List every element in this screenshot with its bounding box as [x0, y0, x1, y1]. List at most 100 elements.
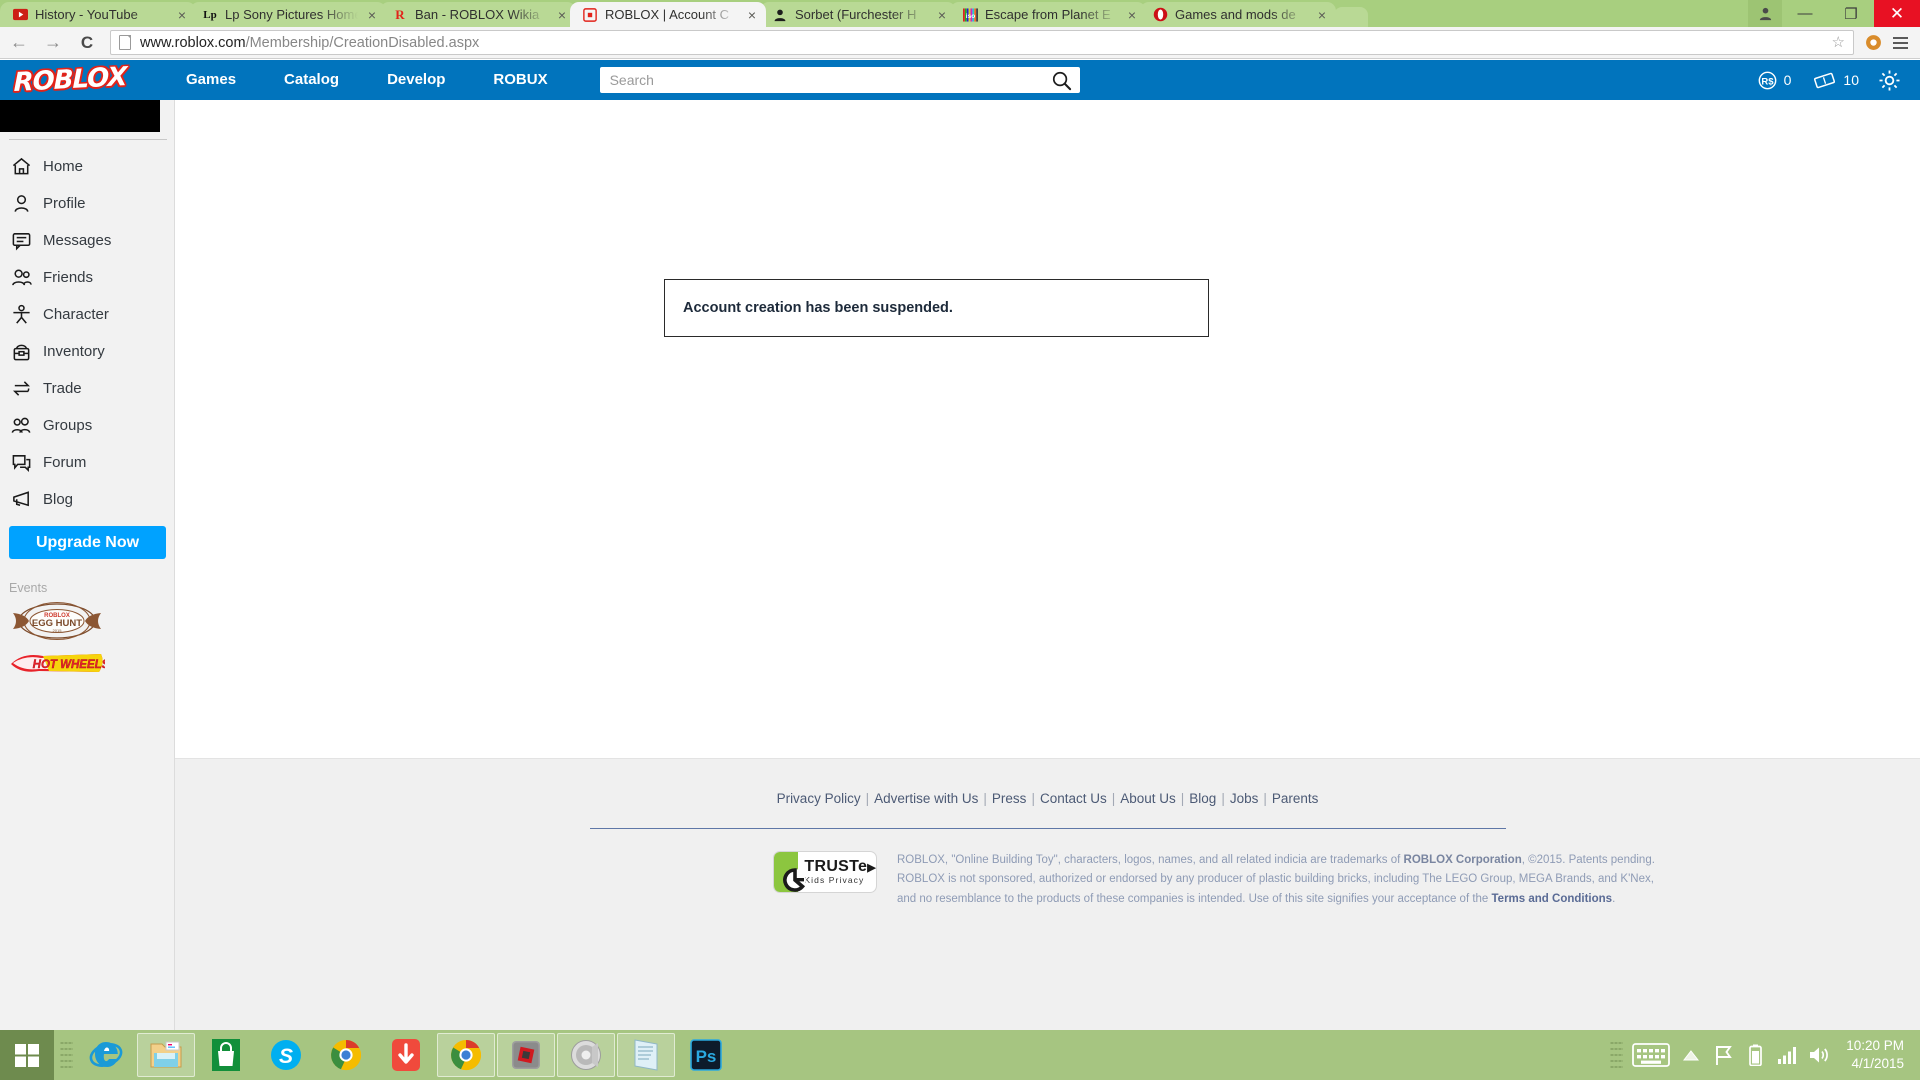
roblox-studio-icon[interactable]: [497, 1033, 555, 1077]
nav-link-robux[interactable]: ROBUX: [469, 60, 571, 100]
maximize-button[interactable]: ❐: [1828, 0, 1874, 27]
close-icon[interactable]: ×: [744, 7, 760, 23]
sidebar-item-groups[interactable]: Groups: [0, 407, 174, 444]
nav-link-games[interactable]: Games: [162, 60, 260, 100]
close-icon[interactable]: ×: [174, 7, 190, 23]
home-icon: [11, 156, 37, 178]
search-icon[interactable]: [1044, 67, 1080, 93]
sidebar-item-trade[interactable]: Trade: [0, 370, 174, 407]
back-icon[interactable]: ←: [4, 28, 34, 58]
browser-tab[interactable]: iso Escape from Planet E ×: [950, 2, 1146, 27]
browser-tab[interactable]: R Ban - ROBLOX Wikia ×: [380, 2, 576, 27]
chrome-window-icon[interactable]: [437, 1033, 495, 1077]
robux-counter[interactable]: R$ 0: [1749, 71, 1801, 90]
person-icon: [11, 193, 37, 215]
sidebar-item-inventory[interactable]: Inventory: [0, 333, 174, 370]
truste-badge[interactable]: TRUSTe▶ Kids Privacy: [773, 851, 877, 893]
roblox-logo[interactable]: ROBLOX: [14, 62, 127, 98]
sidebar-item-friends[interactable]: Friends: [0, 259, 174, 296]
footer-link-press[interactable]: Press: [992, 791, 1027, 806]
search-input[interactable]: [599, 68, 1044, 92]
footer-link-about-us[interactable]: About Us: [1120, 791, 1176, 806]
download-icon[interactable]: [377, 1033, 435, 1077]
robux-value: 0: [1783, 72, 1792, 88]
browser-tab-active[interactable]: ROBLOX | Account C ×: [570, 2, 766, 27]
truste-title-text: TRUSTe: [804, 858, 868, 876]
sidebar-ad-banner[interactable]: [0, 100, 160, 132]
browser-tab[interactable]: Lp Lp Sony Pictures Home ×: [190, 2, 386, 27]
sidebar-label: Forum: [43, 454, 87, 471]
roblox-navbar: ROBLOX Games Catalog Develop ROBUX R$ 0: [0, 60, 1920, 100]
windows-store-icon[interactable]: [197, 1033, 255, 1077]
close-icon[interactable]: ×: [364, 7, 380, 23]
internet-explorer-icon[interactable]: [77, 1033, 135, 1077]
file-explorer-icon[interactable]: [137, 1033, 195, 1077]
photoshop-icon[interactable]: Ps: [677, 1033, 735, 1077]
roblox-nav-links: Games Catalog Develop ROBUX: [162, 60, 572, 100]
sidebar-item-forum[interactable]: Forum: [0, 444, 174, 481]
footer-link-parents[interactable]: Parents: [1272, 791, 1319, 806]
events-heading: Events: [9, 581, 48, 595]
footer-link-privacy-policy[interactable]: Privacy Policy: [777, 791, 861, 806]
keyboard-icon[interactable]: [1628, 1030, 1674, 1080]
chrome-icon[interactable]: [317, 1033, 375, 1077]
browser-tab[interactable]: Games and mods de ×: [1140, 2, 1336, 27]
footer-link-jobs[interactable]: Jobs: [1230, 791, 1259, 806]
sidebar-item-messages[interactable]: Messages: [0, 222, 174, 259]
nav-link-catalog[interactable]: Catalog: [260, 60, 363, 100]
toolbar-right: [1860, 30, 1920, 56]
settings-gear-icon[interactable]: [1872, 63, 1906, 97]
sidebar-item-home[interactable]: Home: [0, 148, 174, 185]
sidebar-label: Blog: [43, 491, 74, 508]
nav-link-develop[interactable]: Develop: [363, 60, 469, 100]
sidebar-item-character[interactable]: Character: [0, 296, 174, 333]
sidebar-item-profile[interactable]: Profile: [0, 185, 174, 222]
skype-icon[interactable]: S: [257, 1033, 315, 1077]
chrome-menu-icon[interactable]: [1886, 30, 1914, 56]
battery-icon[interactable]: [1740, 1030, 1770, 1080]
reload-icon[interactable]: C: [72, 28, 102, 58]
show-hidden-icons-icon[interactable]: [1676, 1030, 1706, 1080]
hot-wheels-badge[interactable]: HOT WHEELS: [9, 650, 174, 681]
user-profile-button[interactable]: [1748, 0, 1782, 27]
taskbar-apps: S Ps: [76, 1030, 736, 1080]
legal-part-1: ROBLOX, "Online Building Toy", character…: [897, 854, 1404, 866]
footer-link-blog[interactable]: Blog: [1189, 791, 1216, 806]
terms-and-conditions-link[interactable]: Terms and Conditions: [1492, 893, 1613, 905]
footer-link-advertise[interactable]: Advertise with Us: [874, 791, 978, 806]
volume-icon[interactable]: [1804, 1030, 1834, 1080]
close-icon[interactable]: ×: [1124, 7, 1140, 23]
page-body: Home Profile Messages Friends Character …: [0, 100, 1920, 1030]
tickets-counter[interactable]: 10: [1804, 71, 1868, 90]
close-window-button[interactable]: ✕: [1874, 0, 1920, 27]
windows-start-icon[interactable]: [0, 1030, 54, 1080]
action-center-flag-icon[interactable]: [1708, 1030, 1738, 1080]
site-search[interactable]: [599, 67, 1080, 93]
footer-link-contact-us[interactable]: Contact Us: [1040, 791, 1107, 806]
roblox-icon: [582, 7, 598, 23]
upgrade-now-button[interactable]: Upgrade Now: [9, 526, 166, 559]
taskbar-clock[interactable]: 10:20 PM 4/1/2015: [1836, 1037, 1910, 1073]
taskbar-drag-handle[interactable]: [54, 1030, 76, 1080]
sidebar-divider: [9, 139, 167, 140]
close-icon[interactable]: ×: [554, 7, 570, 23]
iso-icon: iso: [962, 7, 978, 23]
tab-title: Sorbet (Furchester H: [795, 7, 917, 22]
close-icon[interactable]: ×: [934, 7, 950, 23]
address-bar[interactable]: www.roblox.com/Membership/CreationDisabl…: [110, 30, 1854, 55]
forward-icon[interactable]: →: [38, 28, 68, 58]
minimize-button[interactable]: —: [1782, 0, 1828, 27]
sound-recorder-icon[interactable]: [557, 1033, 615, 1077]
windows-taskbar: S Ps 10:20 PM 4/1/2015: [0, 1030, 1920, 1080]
bookmark-star-icon[interactable]: ☆: [1832, 35, 1845, 50]
close-icon[interactable]: ×: [1314, 7, 1330, 23]
tray-drag-handle[interactable]: [1604, 1030, 1626, 1080]
notepad-icon[interactable]: [617, 1033, 675, 1077]
browser-tab[interactable]: History - YouTube ×: [0, 2, 196, 27]
new-tab-button[interactable]: [1334, 7, 1368, 27]
egg-hunt-badge[interactable]: ROBLOX EGG HUNT 2015: [9, 601, 174, 646]
network-signal-icon[interactable]: [1772, 1030, 1802, 1080]
browser-tab[interactable]: Sorbet (Furchester H ×: [760, 2, 956, 27]
sidebar-item-blog[interactable]: Blog: [0, 481, 174, 518]
extension-icon[interactable]: [1860, 30, 1886, 56]
